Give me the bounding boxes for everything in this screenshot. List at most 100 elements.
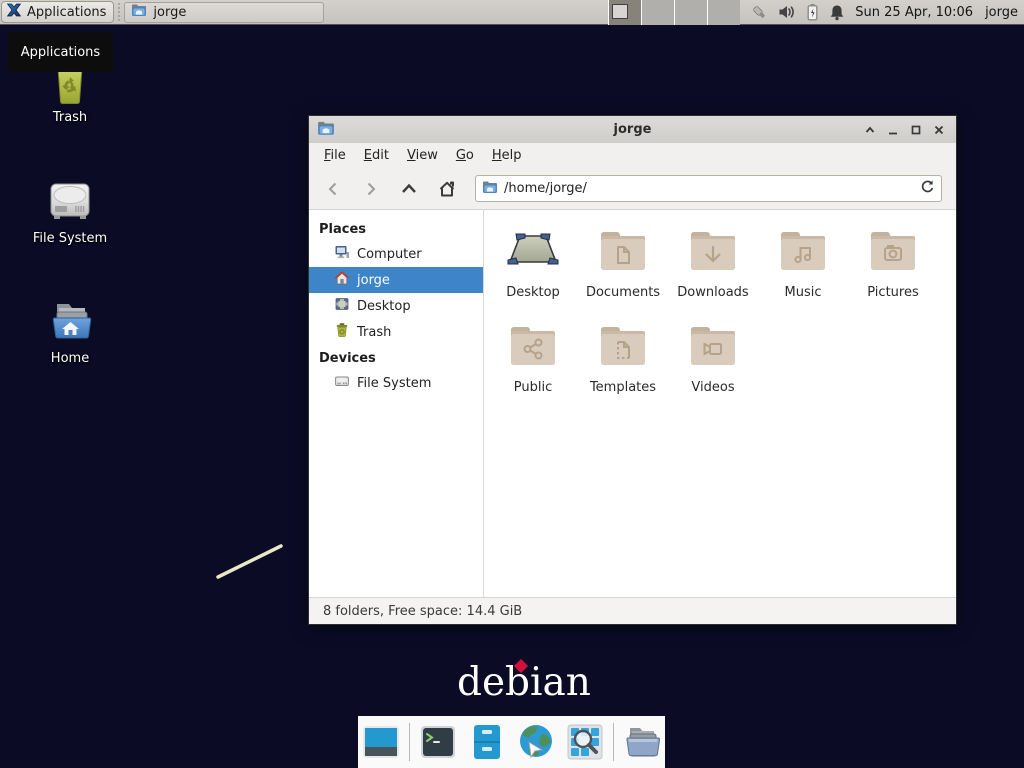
sidebar-item-label: File System <box>357 376 431 391</box>
statusbar-text: 8 folders, Free space: 14.4 GiB <box>323 604 522 619</box>
menubar: File Edit View Go Help <box>309 143 956 168</box>
trash-icon <box>334 322 350 342</box>
workspace-2[interactable] <box>641 0 674 25</box>
public-folder-icon <box>504 321 562 373</box>
location-bar[interactable]: /home/jorge/ <box>475 175 942 202</box>
notification-bell-icon[interactable] <box>829 4 845 21</box>
stylus-tool-icon[interactable] <box>750 3 769 21</box>
desktop-icon <box>334 296 350 316</box>
titlebar[interactable]: jorge <box>309 116 956 143</box>
menu-go[interactable]: Go <box>447 145 483 166</box>
sidebar: Places Computer <box>309 210 484 597</box>
back-button[interactable] <box>315 174 351 204</box>
sidebar-item-jorge[interactable]: jorge <box>309 267 483 293</box>
home-folder-icon <box>45 296 95 346</box>
file-item-public[interactable]: Public <box>490 321 576 395</box>
file-item-pictures[interactable]: Pictures <box>850 226 936 300</box>
close-button[interactable] <box>929 120 948 139</box>
path-folder-icon <box>482 180 498 198</box>
dock-separator <box>613 723 614 761</box>
sidebar-item-trash[interactable]: Trash <box>309 319 483 345</box>
window-title: jorge <box>309 122 956 137</box>
maximize-button[interactable] <box>906 120 925 139</box>
shade-button[interactable] <box>860 120 879 139</box>
statusbar: 8 folders, Free space: 14.4 GiB <box>309 597 956 624</box>
music-folder-icon <box>774 226 832 278</box>
file-item-label: Downloads <box>677 285 748 300</box>
taskbar-window-label: jorge <box>153 5 186 20</box>
applications-tooltip: Applications <box>8 32 113 72</box>
panel-handle <box>115 3 123 21</box>
top-panel: Applications jorge <box>0 0 1024 25</box>
window-body: Places Computer <box>309 210 956 597</box>
show-desktop-button[interactable] <box>360 721 402 763</box>
file-item-downloads[interactable]: Downloads <box>670 226 756 300</box>
file-item-label: Videos <box>691 380 734 395</box>
desktop-folder-icon <box>504 226 562 278</box>
file-manager-launcher[interactable] <box>466 721 508 763</box>
menu-edit[interactable]: Edit <box>355 145 398 166</box>
app-finder-launcher[interactable] <box>564 721 606 763</box>
terminal-launcher[interactable] <box>417 721 459 763</box>
harddrive-icon <box>334 373 350 393</box>
desktop-icon-label: File System <box>33 231 107 246</box>
places-header: Places <box>309 216 483 241</box>
file-item-documents[interactable]: Documents <box>580 226 666 300</box>
menu-file[interactable]: File <box>315 145 355 166</box>
folder-window-icon <box>131 3 147 21</box>
sidebar-item-computer[interactable]: Computer <box>309 241 483 267</box>
workspace-4[interactable] <box>707 0 740 25</box>
menu-view[interactable]: View <box>398 145 447 166</box>
file-manager-window: jorge File Edit Vie <box>308 115 957 625</box>
workspace-1[interactable] <box>608 0 641 25</box>
sidebar-item-filesystem[interactable]: File System <box>309 370 483 396</box>
workspace-3[interactable] <box>674 0 707 25</box>
sidebar-item-desktop[interactable]: Desktop <box>309 293 483 319</box>
templates-folder-icon <box>594 321 652 373</box>
desktop-icon-label: Trash <box>53 110 87 125</box>
system-tray <box>750 3 845 21</box>
file-item-templates[interactable]: Templates <box>580 321 666 395</box>
taskbar-window-button[interactable]: jorge <box>124 2 324 23</box>
forward-button[interactable] <box>353 174 389 204</box>
documents-folder-icon <box>594 226 652 278</box>
file-item-label: Templates <box>590 380 656 395</box>
panel-clock[interactable]: Sun 25 Apr, 10:06 <box>855 5 973 20</box>
directory-menu-launcher[interactable] <box>621 721 663 763</box>
volume-icon[interactable] <box>778 4 796 20</box>
reload-icon[interactable] <box>920 179 935 198</box>
file-item-music[interactable]: Music <box>760 226 846 300</box>
minimize-button[interactable] <box>883 120 902 139</box>
battery-charging-icon[interactable] <box>805 3 820 21</box>
panel-username[interactable]: jorge <box>985 5 1018 20</box>
workspace-window-thumbnail <box>612 4 628 19</box>
file-item-label: Documents <box>586 285 660 300</box>
workspace-switcher[interactable] <box>608 0 740 25</box>
path-text[interactable]: /home/jorge/ <box>504 181 914 196</box>
sidebar-item-label: Desktop <box>357 299 411 314</box>
desktop-scribble-line <box>210 538 295 588</box>
file-item-label: Public <box>514 380 552 395</box>
debian-wordmark: debian <box>457 660 591 705</box>
toolbar: /home/jorge/ <box>309 168 956 210</box>
file-item-videos[interactable]: Videos <box>670 321 756 395</box>
file-item-desktop[interactable]: Desktop <box>490 226 576 300</box>
applications-tooltip-text: Applications <box>21 45 100 60</box>
files-pane[interactable]: Desktop Documents <box>484 210 956 597</box>
desktop-icon-filesystem[interactable]: File System <box>16 176 124 246</box>
window-folder-icon[interactable] <box>317 120 335 140</box>
web-browser-launcher[interactable] <box>515 721 557 763</box>
menu-help[interactable]: Help <box>483 145 531 166</box>
harddrive-icon <box>45 176 95 226</box>
pictures-folder-icon <box>864 226 922 278</box>
up-button[interactable] <box>391 174 427 204</box>
videos-folder-icon <box>684 321 742 373</box>
computer-icon <box>334 244 350 264</box>
file-item-label: Pictures <box>867 285 918 300</box>
applications-menu-label: Applications <box>27 5 106 20</box>
applications-menu-button[interactable]: Applications <box>1 1 114 23</box>
desktop-icon-home[interactable]: Home <box>16 296 124 366</box>
dock-panel <box>358 716 665 768</box>
file-item-label: Music <box>785 285 822 300</box>
home-button[interactable] <box>429 174 465 204</box>
